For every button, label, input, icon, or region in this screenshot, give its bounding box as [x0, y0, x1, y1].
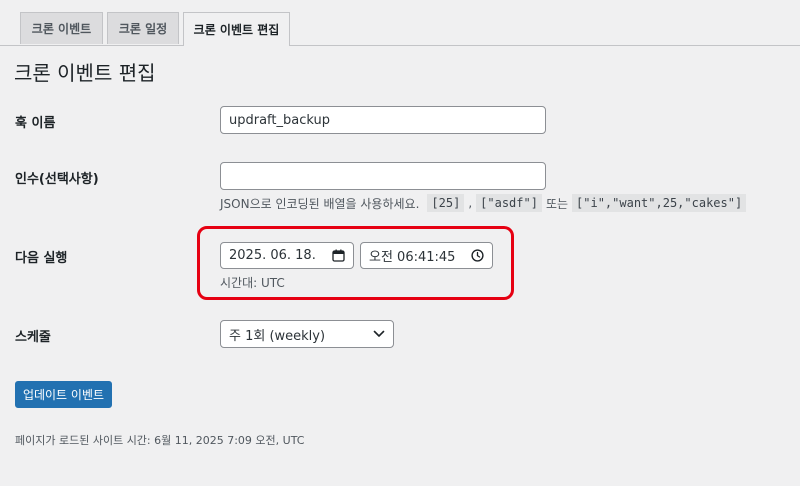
chevron-down-icon: [373, 330, 385, 338]
example-code: ["i","want",25,"cakes"]: [572, 194, 747, 212]
site-time-note: 페이지가 로드된 사이트 시간: 6월 11, 2025 7:09 오전, UT…: [15, 434, 305, 447]
separator: ,: [468, 196, 473, 210]
hook-name-input[interactable]: updraft_backup: [220, 106, 546, 134]
schedule-select[interactable]: 주 1회 (weekly): [220, 320, 394, 348]
example-code: [25]: [427, 194, 465, 212]
arguments-description: JSON으로 인코딩된 배열을 사용하세요. [25] , ["asdf"] 또…: [220, 193, 750, 213]
highlight-box: [197, 226, 514, 300]
update-event-button[interactable]: 업데이트 이벤트: [15, 381, 112, 408]
arguments-hint: JSON으로 인코딩된 배열을 사용하세요.: [220, 196, 420, 211]
example-code: ["asdf"]: [476, 194, 542, 212]
tab-bar: 크론 이벤트 크론 일정 크론 이벤트 편집: [0, 0, 800, 46]
tab-edit-cron-event[interactable]: 크론 이벤트 편집: [183, 12, 290, 46]
tab-cron-events[interactable]: 크론 이벤트: [20, 12, 103, 44]
page-title: 크론 이벤트 편집: [14, 61, 156, 85]
schedule-label: 스케줄: [15, 330, 51, 345]
tab-label: 크론 일정: [118, 22, 168, 36]
update-event-label: 업데이트 이벤트: [22, 388, 105, 402]
arguments-input[interactable]: [220, 162, 546, 190]
tab-label: 크론 이벤트: [31, 22, 92, 36]
tab-label: 크론 이벤트 편집: [193, 23, 280, 37]
arguments-label: 인수(선택사항): [15, 172, 99, 187]
tab-cron-schedules[interactable]: 크론 일정: [107, 12, 179, 44]
schedule-value: 주 1회 (weekly): [229, 328, 326, 344]
next-run-label: 다음 실행: [15, 251, 68, 266]
separator: 또는: [545, 196, 569, 211]
hook-name-value: updraft_backup: [229, 112, 330, 128]
hook-name-label: 훅 이름: [15, 116, 56, 131]
